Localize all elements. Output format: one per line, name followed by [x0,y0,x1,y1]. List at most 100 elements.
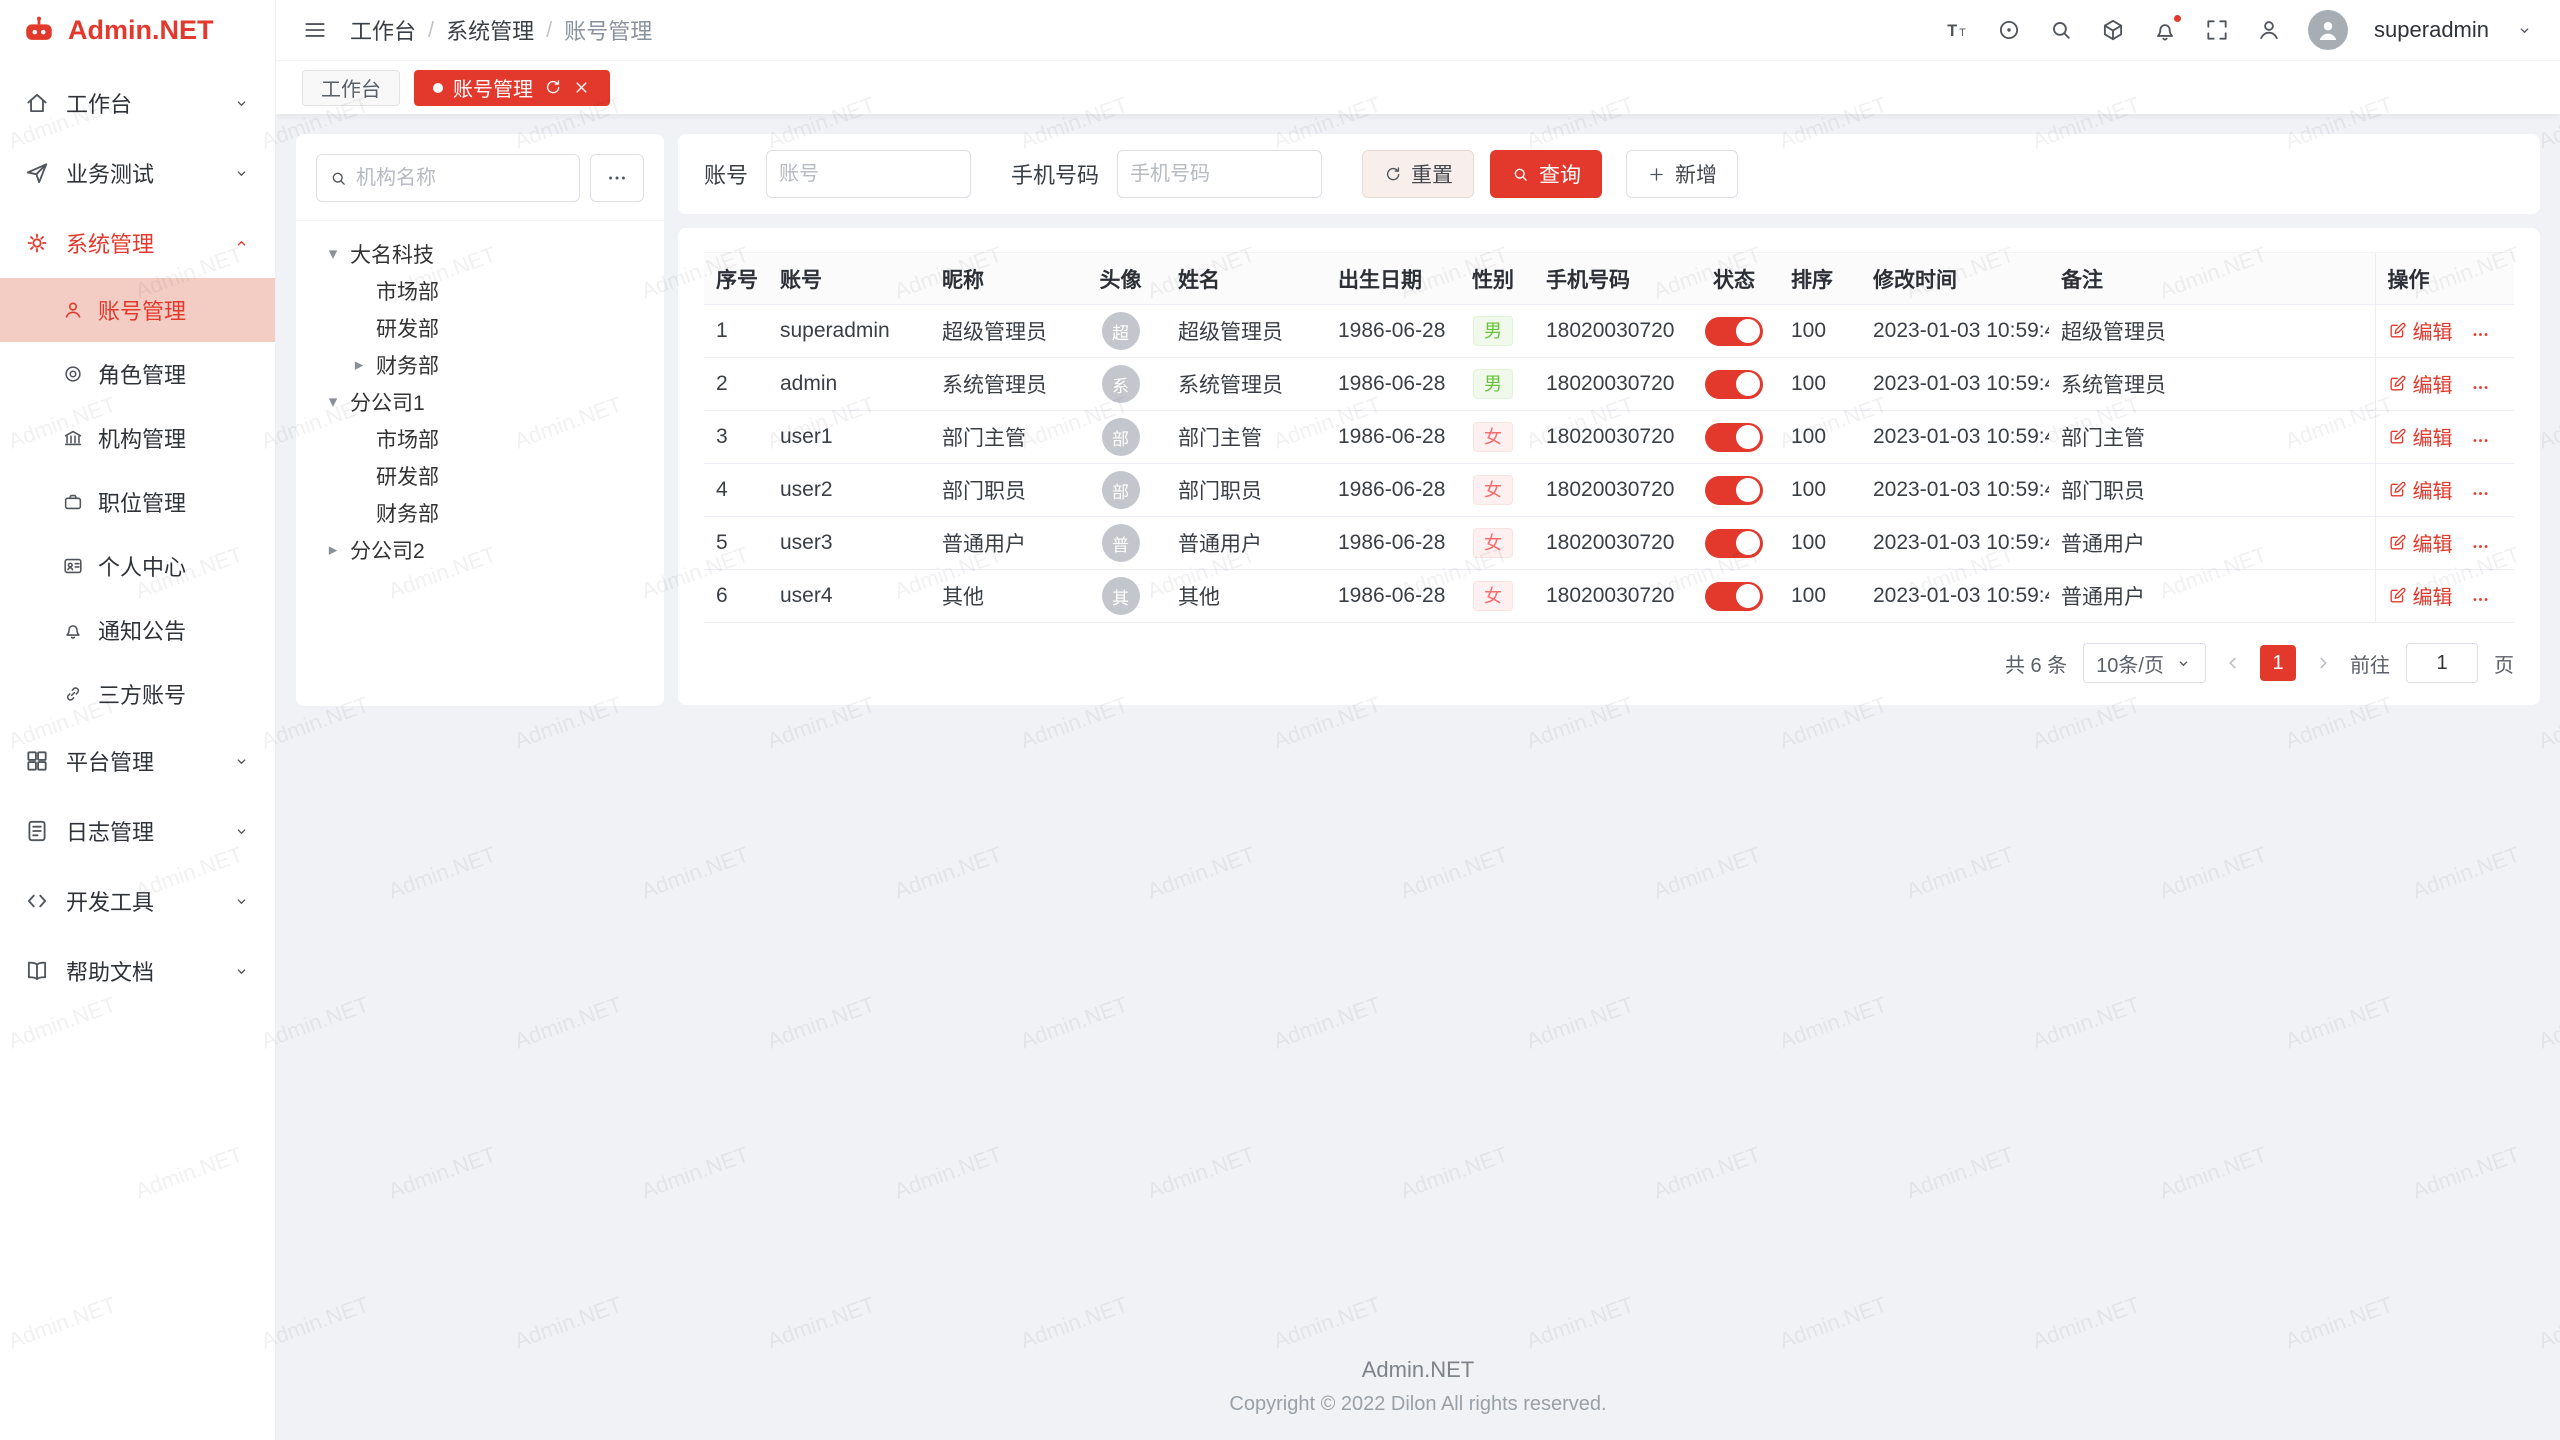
cell-birth: 1986-06-28 [1326,570,1452,623]
caret-down-icon[interactable]: ▾ [322,392,344,412]
status-toggle[interactable] [1705,423,1763,452]
sidebar-item-system-management[interactable]: 系统管理 [0,208,275,278]
row-more-button[interactable] [2471,484,2490,503]
language-button[interactable] [1996,17,2022,43]
tree-node-label: 大名科技 [350,239,434,269]
edit-button[interactable]: 编辑 [2388,581,2453,610]
next-page-button[interactable] [2312,652,2334,674]
sidebar-item-log-management[interactable]: 日志管理 [0,796,275,866]
tree-node[interactable]: 市场部 [316,420,644,457]
tree-node[interactable]: 市场部 [316,272,644,309]
sidebar-item-dev-tools[interactable]: 开发工具 [0,866,275,936]
edit-button[interactable]: 编辑 [2388,369,2453,398]
tab-account-management[interactable]: 账号管理 [414,70,610,106]
caret-down-icon[interactable]: ▾ [322,244,344,264]
cell-birth: 1986-06-28 [1326,358,1452,411]
notifications-button[interactable] [2152,17,2178,43]
phone-input[interactable] [1130,163,1309,186]
search-icon [329,169,348,188]
sidebar-item-position-management[interactable]: 职位管理 [0,470,275,534]
search-button[interactable]: 查询 [1490,150,1602,198]
org-search-box [316,154,580,202]
prev-page-button[interactable] [2222,652,2244,674]
sidebar: Admin.NET 工作台 业务测试 系统管理 账号管理 角色管理 [0,0,276,1440]
cell-birth: 1986-06-28 [1326,305,1452,358]
add-button[interactable]: 新增 [1626,150,1738,198]
status-toggle[interactable] [1705,476,1763,505]
col-gender: 性别 [1452,253,1534,305]
global-search-button[interactable] [2048,17,2074,43]
document-icon [24,818,50,844]
cell-phone: 18020030720 [1534,517,1689,570]
edit-button[interactable]: 编辑 [2388,316,2453,345]
page-size-select[interactable]: 10条/页 [2083,643,2206,683]
tree-more-button[interactable] [590,154,644,202]
cell-account: user2 [768,464,930,517]
sidebar-item-help-docs[interactable]: 帮助文档 [0,936,275,1006]
fullscreen-button[interactable] [2204,17,2230,43]
row-more-button[interactable] [2471,378,2490,397]
close-icon[interactable] [572,78,591,97]
tab-label: 账号管理 [453,73,533,102]
tree-node-label: 分公司1 [350,387,425,417]
font-size-button[interactable]: TT [1944,17,1970,43]
account-input[interactable] [779,163,958,186]
caret-right-icon[interactable]: ▸ [322,540,344,560]
edit-button[interactable]: 编辑 [2388,475,2453,504]
cell-remark: 部门主管 [2049,411,2375,464]
phone-label: 手机号码 [1011,158,1099,190]
tree-node[interactable]: ▸ 财务部 [316,346,644,383]
status-toggle[interactable] [1705,370,1763,399]
refresh-icon[interactable] [543,78,562,97]
tab-workbench[interactable]: 工作台 [302,70,400,106]
edit-button[interactable]: 编辑 [2388,528,2453,557]
cell-modified: 2023-01-03 10:59:44 [1861,517,2049,570]
page-footer: Admin.NET Copyright © 2022 Dilon All rig… [296,1337,2540,1440]
sidebar-item-workbench[interactable]: 工作台 [0,68,275,138]
status-toggle[interactable] [1705,529,1763,558]
chevron-down-icon [232,164,251,183]
tree-node[interactable]: ▾ 大名科技 [316,235,644,272]
avatar[interactable] [2308,10,2348,50]
row-more-button[interactable] [2471,325,2490,344]
sidebar-item-notice[interactable]: 通知公告 [0,598,275,662]
status-toggle[interactable] [1705,582,1763,611]
sidebar-item-account-management[interactable]: 账号管理 [0,278,275,342]
chevron-down-icon[interactable] [2515,21,2534,40]
tree-node[interactable]: ▾ 分公司1 [316,383,644,420]
row-more-button[interactable] [2471,537,2490,556]
org-search-input[interactable] [356,167,567,190]
more-dots-icon [606,167,628,189]
tree-node[interactable]: ▸分公司2 [316,531,644,568]
caret-right-icon[interactable]: ▸ [348,355,370,375]
sidebar-item-role-management[interactable]: 角色管理 [0,342,275,406]
cell-sort: 100 [1779,358,1861,411]
footer-copyright: Copyright © 2022 Dilon All rights reserv… [296,1393,2540,1416]
hamburger-menu-icon[interactable] [302,17,328,43]
sidebar-item-third-party-account[interactable]: 三方账号 [0,662,275,726]
breadcrumb-item[interactable]: 工作台 [350,14,416,46]
sidebar-item-personal-center[interactable]: 个人中心 [0,534,275,598]
page-button-1[interactable]: 1 [2260,645,2296,681]
row-more-button[interactable] [2471,431,2490,450]
svg-text:T: T [1959,27,1966,39]
tree-node[interactable]: 研发部 [316,309,644,346]
sidebar-item-org-management[interactable]: 机构管理 [0,406,275,470]
col-account: 账号 [768,253,930,305]
sidebar-item-platform-management[interactable]: 平台管理 [0,726,275,796]
sidebar-item-business-test[interactable]: 业务测试 [0,138,275,208]
reset-button[interactable]: 重置 [1362,150,1474,198]
username[interactable]: superadmin [2374,17,2489,43]
goto-page-input[interactable] [2406,643,2478,683]
status-toggle[interactable] [1705,317,1763,346]
tree-node-label: 财务部 [376,350,439,380]
edit-button[interactable]: 编辑 [2388,422,2453,451]
tree-node[interactable]: 研发部 [316,457,644,494]
tree-node[interactable]: 财务部 [316,494,644,531]
profile-button[interactable] [2256,17,2282,43]
breadcrumb-item[interactable]: 系统管理 [446,14,534,46]
row-more-button[interactable] [2471,590,2490,609]
cell-phone: 18020030720 [1534,358,1689,411]
col-sort: 排序 [1779,253,1861,305]
theme-button[interactable] [2100,17,2126,43]
